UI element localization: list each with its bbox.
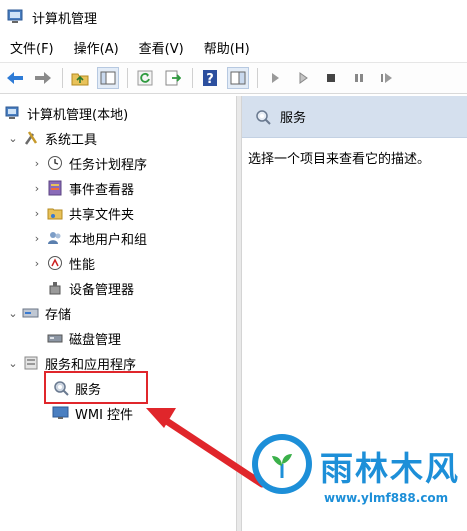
watermark-logo [252, 434, 312, 494]
watermark-title: 雨林木风 [320, 449, 460, 488]
watermark-url: www.ylmf888.com [324, 491, 449, 505]
watermark: 雨林木风 www.ylmf888.com [240, 432, 467, 531]
